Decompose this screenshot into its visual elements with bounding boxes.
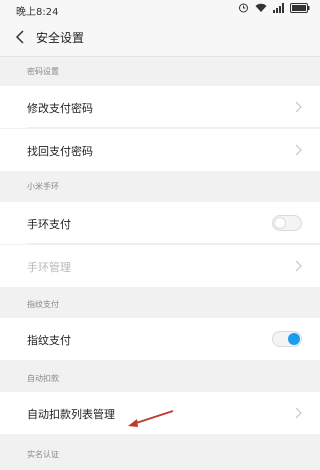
section-header-label: 小米手环 <box>27 182 59 191</box>
status-icons <box>238 2 310 13</box>
chevron-right-icon <box>295 260 302 272</box>
row-fingerprint-pay: 指纹支付 <box>0 318 320 360</box>
toggle-knob <box>274 217 286 229</box>
section-header-band: 小米手环 <box>0 172 320 198</box>
divider <box>27 243 320 244</box>
row-label: 自动扣款列表管理 <box>27 408 115 421</box>
battery-icon <box>290 2 310 13</box>
wifi-icon <box>255 3 267 12</box>
status-time: 晚上8:24 <box>16 7 59 18</box>
row-label: 找回支付密码 <box>27 145 93 158</box>
title-bar: 安全设置 <box>0 18 320 57</box>
band-pay-toggle[interactable] <box>272 215 302 231</box>
back-arrow-icon[interactable] <box>14 29 28 45</box>
section-header-label: 实名认证 <box>27 450 59 459</box>
alarm-icon <box>239 3 248 13</box>
section-header-autodebit: 自动扣款 <box>0 364 320 390</box>
annotation-arrow-icon <box>128 410 174 427</box>
status-bar: 晚上8:24 <box>0 0 320 18</box>
section-header-fingerprint: 指纹支付 <box>0 290 320 316</box>
row-label: 修改支付密码 <box>27 102 93 115</box>
section-header-label: 密码设置 <box>27 67 59 76</box>
row-label: 指纹支付 <box>27 334 71 347</box>
section-header-label: 自动扣款 <box>27 374 59 383</box>
toggle-knob <box>288 333 300 345</box>
row-label: 手环管理 <box>27 261 71 274</box>
chevron-right-icon <box>295 407 302 419</box>
section-header-password: 密码设置 <box>0 57 320 83</box>
row-change-pay-password[interactable]: 修改支付密码 <box>0 86 320 128</box>
section-header-label: 指纹支付 <box>27 300 59 309</box>
fingerprint-pay-toggle[interactable] <box>272 331 302 347</box>
row-recover-pay-password[interactable]: 找回支付密码 <box>0 129 320 171</box>
page-title: 安全设置 <box>36 31 85 45</box>
row-band-pay: 手环支付 <box>0 202 320 244</box>
row-band-manage[interactable]: 手环管理 <box>0 245 320 287</box>
chevron-right-icon <box>295 101 302 113</box>
signal-icon <box>273 2 284 13</box>
section-header-realname: 实名认证 <box>0 440 320 466</box>
row-label: 手环支付 <box>27 218 71 231</box>
divider <box>27 127 320 128</box>
chevron-right-icon <box>295 144 302 156</box>
